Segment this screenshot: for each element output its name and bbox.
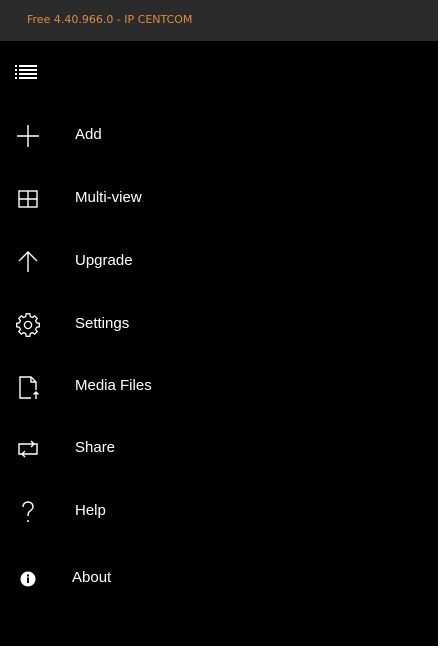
info-icon: [14, 565, 42, 593]
plus-icon: [14, 122, 42, 150]
menu-item-label: Help: [75, 502, 106, 519]
menu-item-upgrade[interactable]: Upgrade: [0, 238, 438, 286]
menu-item-share[interactable]: Share: [0, 425, 438, 473]
title-bar: Free 4.40.966.0 - IP CENTCOM: [0, 0, 438, 41]
menu-item-multi-view[interactable]: Multi-view: [0, 175, 438, 223]
menu-item-label: Share: [75, 439, 116, 456]
menu-item-label: Settings: [75, 315, 130, 332]
menu-item-settings[interactable]: Settings: [0, 301, 438, 349]
gear-icon: [14, 311, 42, 339]
menu-item-label: Add: [75, 126, 102, 143]
grid-icon: [14, 185, 42, 213]
app-window: Free 4.40.966.0 - IP CENTCOM Add Multi-v…: [0, 0, 445, 652]
arrow-up-icon: [14, 248, 42, 276]
window-title: Free 4.40.966.0 - IP CENTCOM: [27, 13, 193, 26]
menu-item-help[interactable]: Help: [0, 488, 438, 536]
document-arrow-icon: [14, 373, 42, 401]
menu-item-label: Upgrade: [75, 252, 133, 269]
menu-item-add[interactable]: Add: [0, 112, 438, 160]
hamburger-menu-icon[interactable]: [15, 65, 37, 79]
menu-item-label: Multi-view: [75, 189, 142, 206]
navigation-pane: Add Multi-view Upgrade Settings Media Fi…: [0, 41, 438, 646]
share-icon: [14, 435, 42, 463]
menu-item-about[interactable]: About: [0, 555, 438, 603]
question-icon: [14, 498, 42, 526]
menu-item-media-files[interactable]: Media Files: [0, 363, 438, 411]
menu-item-label: About: [72, 569, 112, 586]
menu-item-label: Media Files: [75, 377, 152, 394]
